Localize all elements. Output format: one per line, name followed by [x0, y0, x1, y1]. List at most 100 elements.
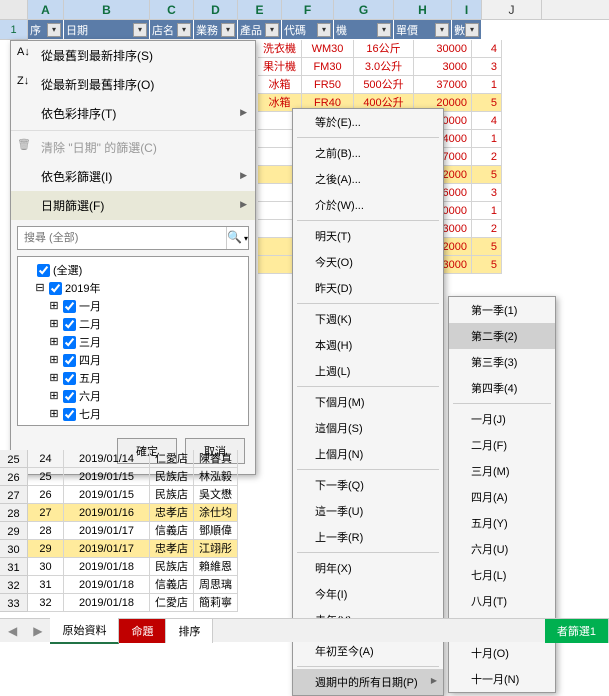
expand-icon[interactable]: ⊞	[48, 317, 60, 331]
cell[interactable]: 仁愛店	[150, 594, 194, 612]
submenu-item[interactable]: 本週(H)	[293, 332, 443, 358]
cell[interactable]: 1	[472, 76, 502, 94]
col-header-C[interactable]: C	[150, 0, 194, 19]
row-number[interactable]: 28	[0, 504, 28, 522]
cell[interactable]: 31	[28, 576, 64, 594]
cell[interactable]: 仁愛店	[150, 450, 194, 468]
period-item[interactable]: 第二季(2)	[449, 323, 555, 349]
submenu-item[interactable]: 這個月(S)	[293, 415, 443, 441]
cell[interactable]: 民族店	[150, 558, 194, 576]
row-number[interactable]: 26	[0, 468, 28, 486]
cell[interactable]: 25	[28, 468, 64, 486]
cell[interactable]: 2019/01/15	[64, 468, 150, 486]
cell[interactable]: 2019/01/17	[64, 522, 150, 540]
cell[interactable]: 28	[28, 522, 64, 540]
tab-raw-data[interactable]: 原始資料	[50, 618, 119, 644]
col-header-H[interactable]: H	[394, 0, 452, 19]
cell[interactable]: 林泓毅	[194, 468, 238, 486]
cell[interactable]: 1	[472, 202, 502, 220]
cell[interactable]: 2019/01/17	[64, 540, 150, 558]
filter-dropdown-B[interactable]: ▾	[133, 23, 147, 37]
row-number[interactable]: 31	[0, 558, 28, 576]
cell[interactable]: 江翊彤	[194, 540, 238, 558]
period-item[interactable]: 一月(J)	[449, 406, 555, 432]
cell[interactable]: 3000	[414, 58, 472, 76]
filter-by-color[interactable]: 依色彩篩選(I)	[11, 162, 255, 191]
cell[interactable]: 簡莉寧	[194, 594, 238, 612]
submenu-item[interactable]: 週期中的所有日期(P)	[293, 669, 443, 695]
submenu-item[interactable]: 之前(B)...	[293, 140, 443, 166]
cell[interactable]: 涂仕均	[194, 504, 238, 522]
col-header-F[interactable]: F	[282, 0, 334, 19]
tab-nav-prev[interactable]: ◀	[0, 624, 25, 638]
cell[interactable]: 500公升	[354, 76, 414, 94]
row-number-1[interactable]: 1	[0, 20, 28, 40]
cell[interactable]: 果汁機	[258, 58, 302, 76]
cell[interactable]: 2	[472, 148, 502, 166]
cell[interactable]: 30000	[414, 40, 472, 58]
cell[interactable]: 4	[472, 40, 502, 58]
tree-month[interactable]: ⊞四月	[22, 351, 244, 369]
cell[interactable]: 3	[472, 184, 502, 202]
cell[interactable]: 29	[28, 540, 64, 558]
expand-icon[interactable]: ⊞	[48, 407, 60, 421]
row-number[interactable]: 27	[0, 486, 28, 504]
cell[interactable]: 2019/01/16	[64, 504, 150, 522]
cell[interactable]: 24	[28, 450, 64, 468]
submenu-item[interactable]: 介於(W)...	[293, 192, 443, 218]
col-header-A[interactable]: A	[28, 0, 64, 19]
cell[interactable]: 27	[28, 504, 64, 522]
sort-by-color[interactable]: 依色彩排序(T)	[11, 99, 255, 128]
cell[interactable]: FR50	[302, 76, 354, 94]
cell[interactable]: 民族店	[150, 486, 194, 504]
cell[interactable]: 賴維恩	[194, 558, 238, 576]
cell[interactable]: 冰箱	[258, 76, 302, 94]
row-number[interactable]: 30	[0, 540, 28, 558]
filter-dropdown-A[interactable]: ▾	[47, 23, 61, 37]
col-header-G[interactable]: G	[334, 0, 394, 19]
cell[interactable]: FM30	[302, 58, 354, 76]
select-all-corner[interactable]	[0, 0, 28, 19]
row-number[interactable]: 32	[0, 576, 28, 594]
filter-dropdown-E[interactable]: ▾	[265, 23, 279, 37]
tab-sort[interactable]: 排序	[166, 619, 213, 643]
filter-dropdown-D[interactable]: ▾	[221, 23, 235, 37]
col-header-I[interactable]: I	[452, 0, 482, 19]
tree-month[interactable]: ⊞二月	[22, 315, 244, 333]
cell[interactable]: 周思璃	[194, 576, 238, 594]
tree-select-all[interactable]: (全選)	[22, 261, 244, 279]
cell[interactable]: 2	[472, 220, 502, 238]
period-item[interactable]: 第三季(3)	[449, 349, 555, 375]
submenu-item[interactable]: 昨天(D)	[293, 275, 443, 301]
submenu-item[interactable]: 下個月(M)	[293, 389, 443, 415]
tree-month[interactable]: ⊞七月	[22, 405, 244, 423]
cell[interactable]: 信義店	[150, 522, 194, 540]
filter-dropdown-G[interactable]: ▾	[377, 23, 391, 37]
cell[interactable]: 16公斤	[354, 40, 414, 58]
cell[interactable]: 信義店	[150, 576, 194, 594]
cell[interactable]: 2019/01/18	[64, 558, 150, 576]
filter-dropdown-C[interactable]: ▾	[177, 23, 191, 37]
search-input[interactable]	[18, 227, 226, 249]
tab-nav-next[interactable]: ▶	[25, 624, 50, 638]
submenu-item[interactable]: 之後(A)...	[293, 166, 443, 192]
cell[interactable]: 5	[472, 94, 502, 112]
cell[interactable]: 2019/01/14	[64, 450, 150, 468]
tree-month[interactable]: ⊞八月	[22, 423, 244, 426]
tree-month[interactable]: ⊞三月	[22, 333, 244, 351]
cell[interactable]: 5	[472, 238, 502, 256]
submenu-item[interactable]: 上週(L)	[293, 358, 443, 384]
cell[interactable]: 1	[472, 130, 502, 148]
submenu-item[interactable]: 等於(E)...	[293, 109, 443, 135]
cell[interactable]: 民族店	[150, 468, 194, 486]
collapse-icon[interactable]: ⊟	[34, 281, 46, 295]
col-header-J[interactable]: J	[482, 0, 542, 19]
cell[interactable]: WM30	[302, 40, 354, 58]
expand-icon[interactable]: ⊞	[48, 389, 60, 403]
col-header-E[interactable]: E	[238, 0, 282, 19]
expand-icon[interactable]: ⊞	[48, 335, 60, 349]
tab-problem[interactable]: 命題	[119, 619, 166, 643]
cell[interactable]: 3	[472, 58, 502, 76]
sort-ascending[interactable]: A↓從最舊到最新排序(S)	[11, 41, 255, 70]
cell[interactable]: 2019/01/15	[64, 486, 150, 504]
